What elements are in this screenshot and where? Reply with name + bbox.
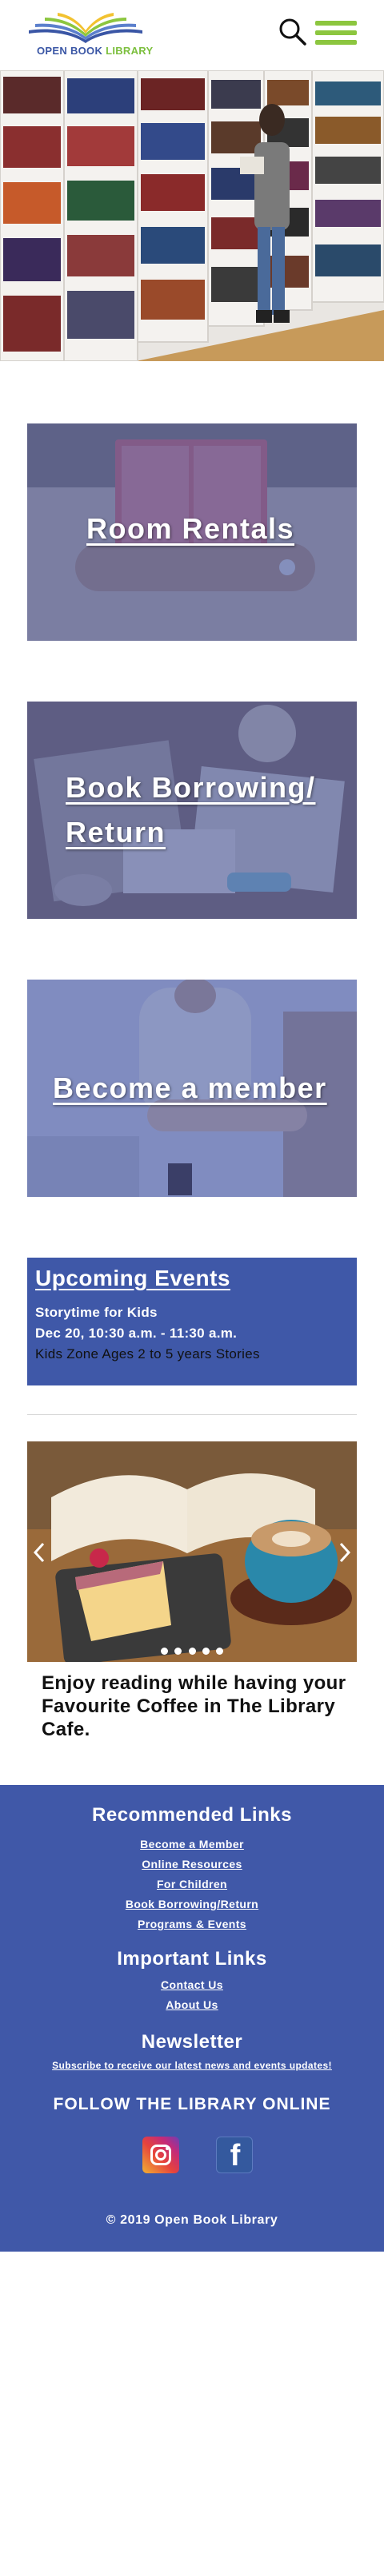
carousel-caption: Enjoy reading while having your Favourit… bbox=[42, 1672, 346, 1740]
logo-text-open-book: OPEN BOOK bbox=[37, 45, 103, 57]
event-name: Storytime for Kids bbox=[35, 1305, 158, 1320]
logo[interactable]: OPEN BOOK LIBRARY bbox=[26, 10, 153, 61]
instagram-lens bbox=[155, 2149, 166, 2161]
cafe-cake-coffee-photo bbox=[27, 1441, 357, 1662]
instagram-flash bbox=[166, 2147, 169, 2150]
recommended-links-heading: Recommended Links bbox=[92, 1804, 292, 1826]
open-book-logo-icon bbox=[29, 13, 142, 43]
book-borrowing-title-line2: Return bbox=[66, 816, 166, 849]
room-rentals-link[interactable]: Room Rentals bbox=[86, 507, 294, 551]
book-borrowing-return-link[interactable]: Book Borrowing/ Return bbox=[66, 765, 316, 855]
bookshelf-photo bbox=[0, 70, 384, 361]
hamburger-line bbox=[315, 30, 357, 35]
become-member-link[interactable]: Become a member bbox=[53, 1066, 327, 1111]
logo-text: OPEN BOOK LIBRARY bbox=[37, 45, 153, 57]
footer-link-about-us[interactable]: About Us bbox=[0, 1998, 384, 2011]
upcoming-events-link[interactable]: Upcoming Events bbox=[35, 1266, 349, 1291]
carousel-dot[interactable] bbox=[202, 1648, 210, 1655]
hamburger-menu-icon bbox=[315, 21, 357, 26]
site-header: OPEN BOOK LIBRARY bbox=[0, 0, 384, 70]
copyright: © 2019 Open Book Library bbox=[106, 2213, 278, 2227]
footer-link-become-member[interactable]: Become a Member bbox=[0, 1838, 384, 1851]
carousel-dot[interactable] bbox=[160, 1648, 168, 1655]
follow-online-heading: FOLLOW THE LIBRARY ONLINE bbox=[53, 2095, 331, 2113]
carousel-prev-arrow-icon[interactable] bbox=[30, 1540, 50, 1564]
upcoming-events-panel: Upcoming Events Storytime for Kids Dec 2… bbox=[27, 1258, 357, 1385]
footer-link-programs-events[interactable]: Programs & Events bbox=[0, 1918, 384, 1930]
carousel-dot[interactable] bbox=[216, 1648, 224, 1655]
newsletter-subscribe-link[interactable]: Subscribe to receive our latest news and… bbox=[0, 2060, 384, 2071]
facebook-glyph: f bbox=[230, 2139, 241, 2173]
footer-link-online-resources[interactable]: Online Resources bbox=[0, 1858, 384, 1870]
site-footer: Recommended Links Become a Member Online… bbox=[0, 1785, 384, 2252]
section-divider bbox=[27, 1414, 357, 1415]
instagram-icon[interactable] bbox=[142, 2137, 179, 2173]
search-icon bbox=[279, 18, 306, 46]
book-borrowing-card[interactable]: Book Borrowing/ Return bbox=[27, 702, 357, 919]
carousel-next-arrow-icon[interactable] bbox=[334, 1540, 354, 1564]
footer-link-contact-us[interactable]: Contact Us bbox=[0, 1978, 384, 1991]
event-details: Kids Zone Ages 2 to 5 years Stories bbox=[35, 1346, 260, 1362]
footer-link-for-children[interactable]: For Children bbox=[0, 1878, 384, 1890]
footer-link-book-borrowing[interactable]: Book Borrowing/Return bbox=[0, 1898, 384, 1910]
hamburger-menu-button[interactable] bbox=[315, 19, 357, 48]
facebook-icon[interactable]: f bbox=[216, 2137, 253, 2173]
newsletter-heading: Newsletter bbox=[141, 2031, 243, 2053]
carousel-dot[interactable] bbox=[188, 1648, 196, 1655]
become-member-card[interactable]: Become a member bbox=[27, 980, 357, 1197]
hamburger-line bbox=[315, 40, 357, 45]
hero-image-library-shelves bbox=[0, 70, 384, 361]
room-rentals-card[interactable]: Room Rentals bbox=[27, 423, 357, 641]
event-datetime: Dec 20, 10:30 a.m. - 11:30 a.m. bbox=[35, 1326, 238, 1341]
search-button[interactable] bbox=[278, 18, 307, 46]
image-carousel bbox=[27, 1441, 357, 1662]
carousel-dots bbox=[27, 1644, 357, 1659]
book-borrowing-title-line1: Book Borrowing/ bbox=[66, 771, 316, 804]
logo-text-library: LIBRARY bbox=[106, 45, 154, 57]
carousel-dot[interactable] bbox=[174, 1648, 182, 1655]
important-links-heading: Important Links bbox=[117, 1948, 267, 1970]
